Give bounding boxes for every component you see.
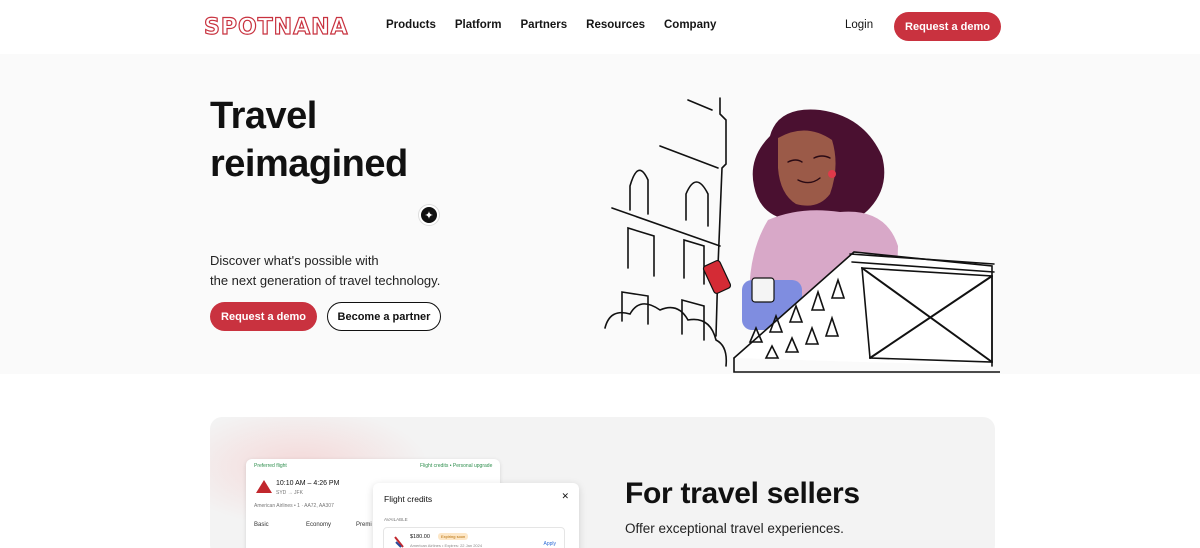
flight-tags: Flight credits • Personal upgrade [420,463,493,469]
hero-subtitle-line1: Discover what's possible with [210,253,379,268]
close-icon[interactable]: ✕ [561,491,569,502]
available-label: AVAILABLE [384,517,408,522]
travel-sellers-section: Preferred flight Flight credits • Person… [210,417,995,548]
flight-carrier: American Airlines • 1 · AA72, AA307 [254,503,334,509]
credit-row[interactable]: $180.00 Expiring soon American Airlines … [383,527,565,548]
site-header: SPOTNANA Products Platform Partners Reso… [0,0,1200,54]
hero-illustration [604,97,1000,373]
nav-partners[interactable]: Partners [521,19,568,31]
nav-platform[interactable]: Platform [455,19,502,31]
main-nav: Products Platform Partners Resources Com… [386,19,735,31]
sellers-title: For travel sellers [625,477,860,510]
fare-col-economy: Economy [306,522,332,528]
sellers-subtitle: Offer exceptional travel experiences. [625,521,844,536]
flight-credits-popup: Flight credits ✕ AVAILABLE $180.00 Expir… [373,483,579,548]
sparkle-chat-icon: ✦ [419,205,439,225]
credit-description: American Airlines • Expires: 22 Jan 2024 [410,543,483,548]
become-partner-button[interactable]: Become a partner [327,302,441,331]
flight-time: 10:10 AM – 4:26 PM [276,480,340,487]
hero-subtitle-line2: the next generation of travel technology… [210,272,441,288]
delta-logo-icon [256,480,272,493]
flight-credits-title: Flight credits [384,494,433,504]
hero-subtitle: Discover what's possible with the next g… [210,251,440,290]
flight-route: SYD → JFK [276,490,303,496]
hero-title: Travel reimagined [210,92,408,188]
hero-title-line1: Travel [210,95,317,137]
login-link[interactable]: Login [845,19,873,31]
apply-credit-link[interactable]: Apply [543,541,556,547]
nav-products[interactable]: Products [386,19,436,31]
american-airlines-icon [394,536,404,548]
nav-company[interactable]: Company [664,19,716,31]
nav-resources[interactable]: Resources [586,19,645,31]
hero-title-line2: reimagined [210,143,408,185]
credit-amount: $180.00 [410,534,430,540]
header-request-demo-button[interactable]: Request a demo [894,12,1001,41]
hero-request-demo-button[interactable]: Request a demo [210,302,317,331]
fare-col-premium: Premi [356,522,372,528]
expiring-badge: Expiring soon [438,533,469,540]
spotnana-logo[interactable]: SPOTNANA [203,14,349,40]
fare-col-basic: Basic [254,522,269,528]
preferred-flight-label: Preferred flight [254,463,287,469]
